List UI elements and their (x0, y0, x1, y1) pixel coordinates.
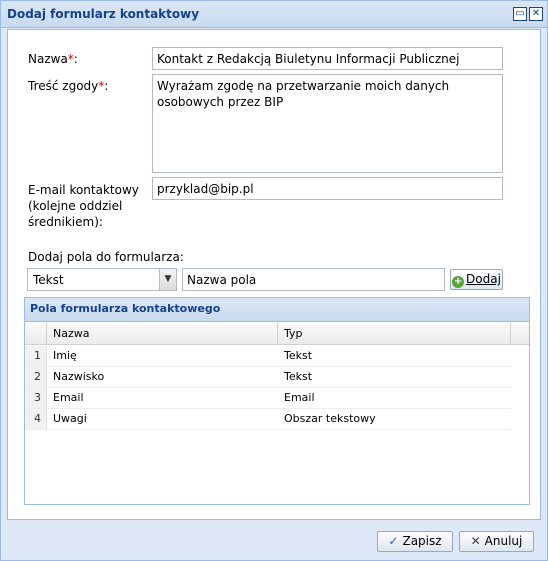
dialog-title: Dodaj formularz kontaktowy (7, 7, 200, 21)
row-type: Tekst (284, 370, 313, 383)
close-icon[interactable]: ✕ (529, 7, 543, 21)
row-number: 4 (25, 409, 47, 429)
header-rownum (25, 323, 47, 345)
row-name: Nazwisko (53, 370, 105, 383)
field-name-input[interactable]: Nazwa pola (182, 268, 445, 291)
name-field[interactable]: Kontakt z Redakcją Biuletynu Informacji … (152, 47, 503, 70)
name-label: Nazwa*: (28, 52, 78, 66)
form-panel: Nazwa*: Kontakt z Redakcją Biuletynu Inf… (7, 29, 541, 520)
row-type: Tekst (284, 349, 313, 362)
row-name: Uwagi (53, 412, 87, 425)
row-name: Imię (53, 349, 77, 362)
table-row[interactable]: 1 Imię Tekst (25, 346, 511, 367)
dialog-titlebar[interactable]: Dodaj formularz kontaktowy ▭ ✕ (1, 1, 547, 28)
email-field[interactable]: przyklad@bip.pl (152, 177, 503, 200)
check-icon: ✓ (388, 534, 399, 548)
grid-header: Nazwa Typ (25, 323, 529, 345)
x-icon: ✕ (470, 534, 481, 548)
chevron-down-icon[interactable]: ▼ (159, 269, 176, 290)
table-row[interactable]: 2 Nazwisko Tekst (25, 367, 511, 388)
email-label: E-mail kontaktowy (kolejne oddziel średn… (28, 183, 139, 229)
field-type-value: Tekst (33, 273, 64, 287)
row-type: Obszar tekstowy (284, 412, 376, 425)
table-row[interactable]: 3 Email Email (25, 388, 511, 409)
plus-icon: + (452, 276, 465, 288)
save-button[interactable]: ✓ Zapisz (377, 531, 453, 552)
restore-icon[interactable]: ▭ (513, 7, 527, 21)
row-number: 2 (25, 367, 47, 387)
column-header-name[interactable]: Nazwa (47, 323, 278, 345)
add-fields-label: Dodaj pola do formularza: (28, 250, 184, 264)
field-type-select[interactable]: Tekst ▼ (27, 268, 177, 291)
row-type: Email (284, 391, 315, 404)
dialog-window: Dodaj formularz kontaktowy ▭ ✕ Nazwa*: K… (0, 0, 548, 561)
fields-grid: Pola formularza kontaktowego Nazwa Typ 1… (24, 297, 530, 505)
row-name: Email (53, 391, 84, 404)
grid-title: Pola formularza kontaktowego (25, 298, 529, 322)
column-header-type[interactable]: Typ (278, 323, 511, 345)
cancel-button[interactable]: ✕ Anuluj (459, 531, 534, 552)
consent-textarea[interactable]: Wyrażam zgodę na przetwarzanie moich dan… (152, 74, 503, 173)
row-number: 1 (25, 346, 47, 366)
consent-label: Treść zgody*: (28, 79, 109, 93)
table-row[interactable]: 4 Uwagi Obszar tekstowy (25, 409, 511, 430)
add-field-button[interactable]: + Dodaj (450, 269, 503, 290)
row-number: 3 (25, 388, 47, 408)
